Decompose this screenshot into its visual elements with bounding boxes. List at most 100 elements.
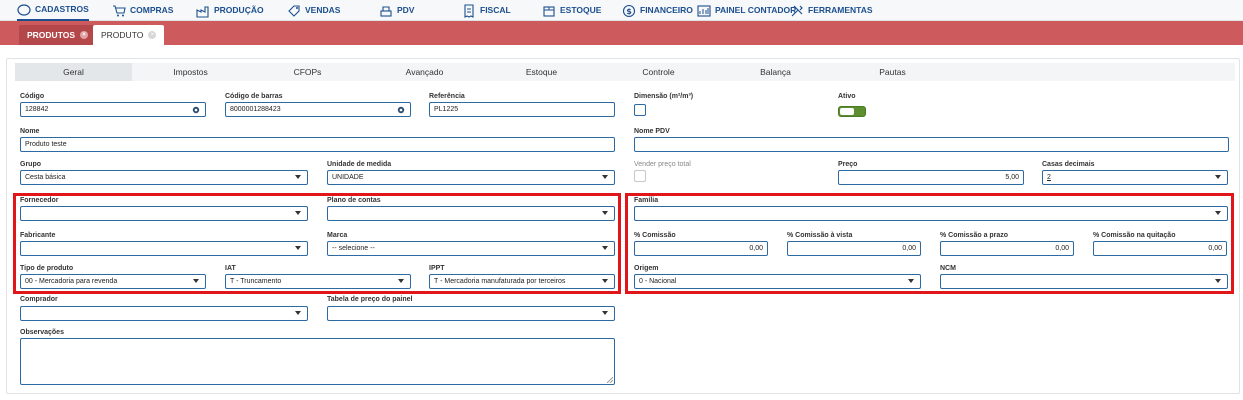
comissao-quitacao-value: 0,00 xyxy=(1208,245,1222,252)
tab-controle[interactable]: Controle xyxy=(600,63,717,81)
nav-vendas[interactable]: VENDAS xyxy=(287,0,340,21)
chevron-down-icon xyxy=(908,279,914,283)
gear-icon[interactable] xyxy=(191,105,201,115)
comissao-vista-label: % Comissão à vista xyxy=(787,232,853,239)
unidade-select[interactable]: UNIDADE xyxy=(327,170,615,185)
nav-estoque[interactable]: ESTOQUE xyxy=(542,0,601,21)
nav-label: PAINEL CONTADOR xyxy=(715,5,797,15)
chevron-down-icon xyxy=(398,279,404,283)
comissao-prazo-value: 0,00 xyxy=(1055,245,1069,252)
top-navigation: CADASTROS COMPRAS PRODUÇÃO VENDAS PDV FI… xyxy=(0,0,1243,21)
nav-producao[interactable]: PRODUÇÃO xyxy=(196,0,264,21)
origem-value: 0 - Nacional xyxy=(639,278,677,285)
nav-cadastros[interactable]: CADASTROS xyxy=(17,0,89,21)
dashboard-icon xyxy=(697,4,711,17)
preco-value: 5,00 xyxy=(1005,174,1019,181)
tipo-produto-select[interactable]: 00 - Mercadoria para revenda xyxy=(20,274,206,289)
comprador-select[interactable] xyxy=(20,306,308,321)
casas-decimais-value: 2 xyxy=(1047,174,1051,181)
ippt-label: IPPT xyxy=(429,265,445,272)
dimensao-checkbox[interactable] xyxy=(634,104,646,116)
tab-impostos[interactable]: Impostos xyxy=(132,63,249,81)
ncm-label: NCM xyxy=(940,265,956,272)
nav-painel-contador[interactable]: PAINEL CONTADOR xyxy=(697,0,796,21)
comissao-prazo-field[interactable]: 0,00 xyxy=(940,241,1074,256)
resize-grip-icon[interactable] xyxy=(607,377,613,383)
ncm-select[interactable] xyxy=(940,274,1228,289)
preco-field[interactable]: 5,00 xyxy=(838,170,1024,185)
tab-balanca[interactable]: Balança xyxy=(717,63,834,81)
tabela-preco-select[interactable] xyxy=(327,306,615,321)
nav-pdv[interactable]: PDV xyxy=(379,0,414,21)
observacoes-textarea[interactable] xyxy=(20,338,615,385)
chevron-down-icon xyxy=(295,175,301,179)
tab-cfops[interactable]: CFOPs xyxy=(249,63,366,81)
codigo-barras-field[interactable]: 8000001288423 xyxy=(225,102,411,117)
nav-label: CADASTROS xyxy=(35,4,89,14)
vender-preco-total-checkbox[interactable] xyxy=(634,170,646,182)
referencia-label: Referência xyxy=(429,93,465,100)
codigo-value: 128842 xyxy=(25,106,49,113)
fornecedor-label: Fornecedor xyxy=(20,197,59,204)
casas-decimais-select[interactable]: 2 xyxy=(1042,170,1228,185)
tab-pautas[interactable]: Pautas xyxy=(834,63,951,81)
plano-contas-select[interactable] xyxy=(327,206,615,221)
tabela-preco-label: Tabela de preço do painel xyxy=(327,296,413,303)
tab-avancado[interactable]: Avançado xyxy=(366,63,483,81)
tab-produtos[interactable]: PRODUTOS × xyxy=(19,25,97,45)
chevron-down-icon xyxy=(295,311,301,315)
iat-select[interactable]: T - Truncamento xyxy=(225,274,411,289)
codigo-field[interactable]: 128842 xyxy=(20,102,206,117)
chevron-down-icon xyxy=(1215,211,1221,215)
grupo-label: Grupo xyxy=(20,161,41,168)
origem-select[interactable]: 0 - Nacional xyxy=(634,274,921,289)
familia-select[interactable] xyxy=(634,206,1228,221)
nav-label: PRODUÇÃO xyxy=(214,5,264,15)
referencia-value: PL1225 xyxy=(434,106,459,113)
fornecedor-select[interactable] xyxy=(20,206,308,221)
ativo-toggle[interactable] xyxy=(838,106,866,117)
tab-estoque[interactable]: Estoque xyxy=(483,63,600,81)
tools-icon xyxy=(791,5,803,16)
document-tab-bar: PRODUTOS × PRODUTO × xyxy=(0,21,1243,45)
preco-label: Preço xyxy=(838,161,858,168)
nav-ferramentas[interactable]: FERRAMENTAS xyxy=(790,0,873,21)
nome-pdv-field[interactable] xyxy=(634,137,1229,152)
comissao-vista-field[interactable]: 0,00 xyxy=(787,241,921,256)
comissao-value: 0,00 xyxy=(749,245,763,252)
ativo-label: Ativo xyxy=(838,93,856,100)
marca-select[interactable]: -- selecione -- xyxy=(327,241,615,256)
nome-value: Produto teste xyxy=(25,141,67,148)
fabricante-label: Fabricante xyxy=(20,232,56,239)
toggle-knob xyxy=(840,108,854,115)
chevron-down-icon xyxy=(295,246,301,250)
box-icon xyxy=(543,5,555,17)
tab-geral[interactable]: Geral xyxy=(15,63,132,81)
nav-fiscal[interactable]: FISCAL xyxy=(462,0,511,21)
comissao-quitacao-field[interactable]: 0,00 xyxy=(1093,241,1227,256)
pos-icon xyxy=(380,5,392,17)
tab-produto[interactable]: PRODUTO × xyxy=(93,25,165,45)
comissao-field[interactable]: 0,00 xyxy=(634,241,768,256)
nav-label: FERRAMENTAS xyxy=(808,5,873,15)
ippt-select[interactable]: T - Mercadoria manufaturada por terceiro… xyxy=(429,274,615,289)
gear-icon[interactable] xyxy=(396,105,406,115)
nav-compras[interactable]: COMPRAS xyxy=(112,0,173,21)
chevron-down-icon xyxy=(602,279,608,283)
marca-label: Marca xyxy=(327,232,348,239)
nav-label: FISCAL xyxy=(480,5,511,15)
close-icon[interactable]: × xyxy=(148,31,157,39)
nav-financeiro[interactable]: $ FINANCEIRO xyxy=(622,0,693,21)
grupo-select[interactable]: Cesta básica xyxy=(20,170,308,185)
nav-label: FINANCEIRO xyxy=(640,5,693,15)
referencia-field[interactable]: PL1225 xyxy=(429,102,615,117)
iat-label: IAT xyxy=(225,265,236,272)
fabricante-select[interactable] xyxy=(20,241,308,256)
chevron-down-icon xyxy=(1215,279,1221,283)
nav-label: ESTOQUE xyxy=(560,5,602,15)
close-icon[interactable]: × xyxy=(80,31,89,39)
nome-field[interactable]: Produto teste xyxy=(20,137,615,152)
grupo-value: Cesta básica xyxy=(25,174,66,181)
comissao-vista-value: 0,00 xyxy=(902,245,916,252)
chevron-down-icon xyxy=(602,246,608,250)
